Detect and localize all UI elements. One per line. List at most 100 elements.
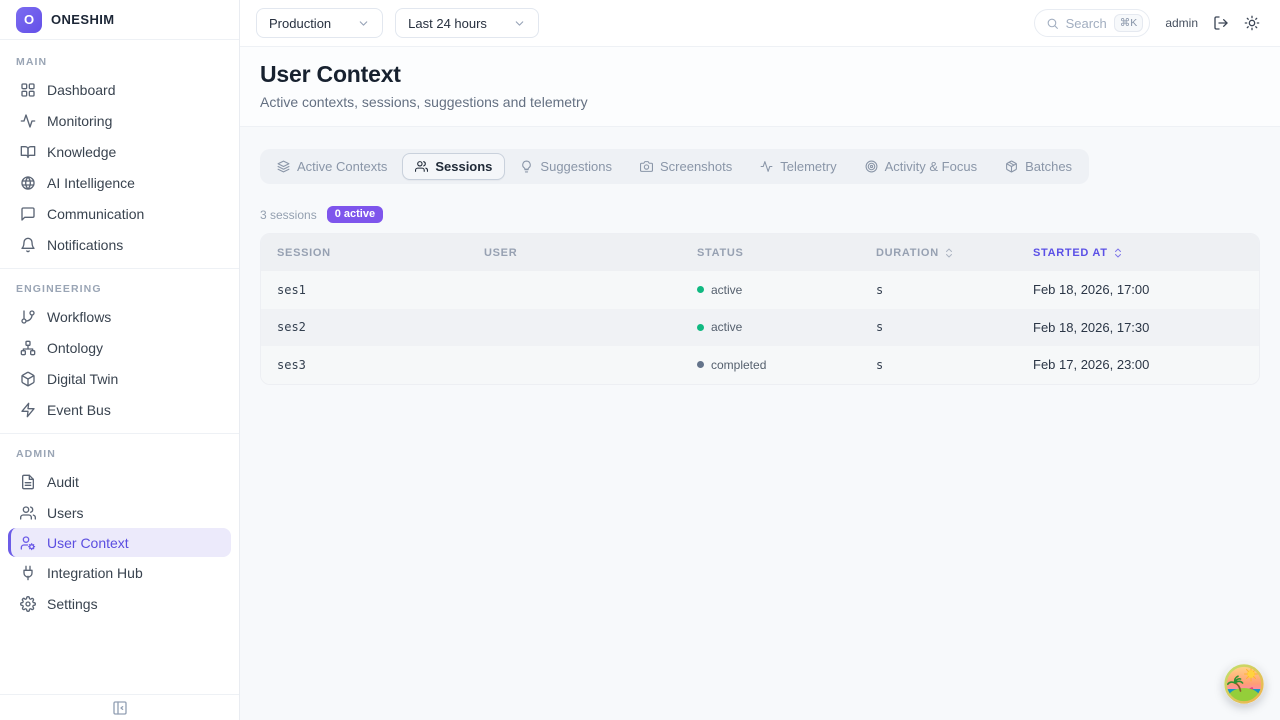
search-input[interactable]: Search ⌘K	[1034, 9, 1151, 37]
nav-section-engineering: ENGINEERING Workflows Ontology Digital T…	[0, 268, 239, 427]
users-icon	[20, 505, 36, 521]
sort-icon	[943, 247, 955, 259]
sidebar-item-label: Communication	[47, 206, 144, 222]
sidebar-item-workflows[interactable]: Workflows	[0, 301, 239, 332]
tab-label: Telemetry	[780, 159, 836, 174]
activity-icon	[20, 113, 36, 129]
started-at-cell: Feb 17, 2026, 23:00	[1017, 357, 1259, 372]
nav-section-label: ENGINEERING	[0, 277, 239, 301]
tab-suggestions[interactable]: Suggestions	[507, 153, 625, 180]
island-floating-button[interactable]	[1224, 664, 1264, 704]
git-branch-icon	[20, 309, 36, 325]
table-row[interactable]: ses2 active s Feb 18, 2026, 17:30	[261, 309, 1259, 347]
users-icon	[415, 160, 428, 173]
username-label: admin	[1165, 16, 1198, 30]
activity-icon	[760, 160, 773, 173]
sidebar-item-label: Settings	[47, 596, 98, 612]
tab-telemetry[interactable]: Telemetry	[747, 153, 849, 180]
chat-icon	[20, 206, 36, 222]
theme-toggle-button[interactable]	[1244, 15, 1260, 31]
sidebar-item-label: Dashboard	[47, 82, 116, 98]
sidebar-item-label: Notifications	[47, 237, 123, 253]
logout-button[interactable]	[1213, 15, 1229, 31]
lightbulb-icon	[520, 160, 533, 173]
page-content: Active Contexts Sessions Suggestions Scr…	[240, 127, 1280, 720]
tab-screenshots[interactable]: Screenshots	[627, 153, 745, 180]
sidebar-item-knowledge[interactable]: Knowledge	[0, 136, 239, 167]
sidebar-item-label: User Context	[47, 535, 129, 551]
sidebar-nav: MAIN Dashboard Monitoring Knowledge AI I…	[0, 40, 239, 694]
column-header-session: SESSION	[261, 247, 468, 259]
environment-select-value: Production	[269, 16, 331, 31]
status-dot	[697, 286, 704, 293]
tab-label: Sessions	[435, 159, 492, 174]
status-cell: active	[681, 283, 860, 297]
tab-activity-focus[interactable]: Activity & Focus	[852, 153, 990, 180]
gear-icon	[20, 596, 36, 612]
search-placeholder: Search	[1066, 16, 1107, 31]
tab-batches[interactable]: Batches	[992, 153, 1085, 180]
sidebar-item-communication[interactable]: Communication	[0, 198, 239, 229]
status-dot	[697, 324, 704, 331]
sessions-count: 3 sessions	[260, 208, 317, 222]
column-header-duration[interactable]: DURATION	[860, 247, 1017, 259]
plug-icon	[20, 565, 36, 581]
hierarchy-icon	[20, 340, 36, 356]
column-header-label: STARTED AT	[1033, 247, 1108, 259]
file-text-icon	[20, 474, 36, 490]
tab-sessions[interactable]: Sessions	[402, 153, 505, 180]
sun-icon	[1244, 15, 1260, 31]
session-id-cell: ses1	[261, 283, 468, 297]
sidebar-item-settings[interactable]: Settings	[0, 588, 239, 619]
sessions-summary: 3 sessions 0 active	[260, 206, 1260, 223]
search-shortcut-badge: ⌘K	[1114, 14, 1144, 32]
tab-label: Screenshots	[660, 159, 732, 174]
column-header-user: USER	[468, 247, 681, 259]
tab-label: Active Contexts	[297, 159, 387, 174]
sidebar-item-users[interactable]: Users	[0, 497, 239, 528]
brand-logo: O	[16, 7, 42, 33]
globe-icon	[20, 175, 36, 191]
sidebar-item-monitoring[interactable]: Monitoring	[0, 105, 239, 136]
session-id-cell: ses2	[261, 320, 468, 334]
sidebar-item-notifications[interactable]: Notifications	[0, 229, 239, 260]
sidebar-item-ontology[interactable]: Ontology	[0, 332, 239, 363]
page-title: User Context	[260, 61, 1260, 88]
bell-icon	[20, 237, 36, 253]
sidebar-item-label: Monitoring	[47, 113, 112, 129]
time-range-select[interactable]: Last 24 hours	[395, 8, 539, 38]
tabbar: Active Contexts Sessions Suggestions Scr…	[260, 149, 1089, 184]
sidebar-item-ai-intelligence[interactable]: AI Intelligence	[0, 167, 239, 198]
duration-cell: s	[860, 358, 1017, 372]
sidebar-item-user-context[interactable]: User Context	[8, 528, 231, 557]
sidebar-item-audit[interactable]: Audit	[0, 466, 239, 497]
table-row[interactable]: ses3 completed s Feb 17, 2026, 23:00	[261, 346, 1259, 384]
sidebar-item-label: Workflows	[47, 309, 111, 325]
collapse-sidebar-button[interactable]	[112, 700, 128, 716]
table-row[interactable]: ses1 active s Feb 18, 2026, 17:00	[261, 271, 1259, 309]
user-cog-icon	[20, 535, 36, 551]
search-icon	[1046, 17, 1059, 30]
status-cell: active	[681, 320, 860, 334]
nav-section-main: MAIN Dashboard Monitoring Knowledge AI I…	[0, 46, 239, 262]
sidebar-item-label: AI Intelligence	[47, 175, 135, 191]
sessions-table: SESSION USER STATUS DURATION STARTED AT …	[260, 233, 1260, 385]
sidebar-item-integration-hub[interactable]: Integration Hub	[0, 557, 239, 588]
sidebar-item-event-bus[interactable]: Event Bus	[0, 394, 239, 425]
brand-name: ONESHIM	[51, 12, 114, 27]
page-subtitle: Active contexts, sessions, suggestions a…	[260, 94, 1260, 110]
layers-icon	[277, 160, 290, 173]
nav-section-label: ADMIN	[0, 442, 239, 466]
environment-select[interactable]: Production	[256, 8, 383, 38]
zap-icon	[20, 402, 36, 418]
sidebar-item-digital-twin[interactable]: Digital Twin	[0, 363, 239, 394]
tab-active-contexts[interactable]: Active Contexts	[264, 153, 400, 180]
book-open-icon	[20, 144, 36, 160]
topbar: Production Last 24 hours Search ⌘K admin	[240, 0, 1280, 47]
sidebar-item-dashboard[interactable]: Dashboard	[0, 74, 239, 105]
sidebar-item-label: Knowledge	[47, 144, 116, 160]
session-id-cell: ses3	[261, 358, 468, 372]
column-header-started-at[interactable]: STARTED AT	[1017, 247, 1259, 259]
sidebar-item-label: Audit	[47, 474, 79, 490]
active-count-badge: 0 active	[327, 206, 383, 223]
